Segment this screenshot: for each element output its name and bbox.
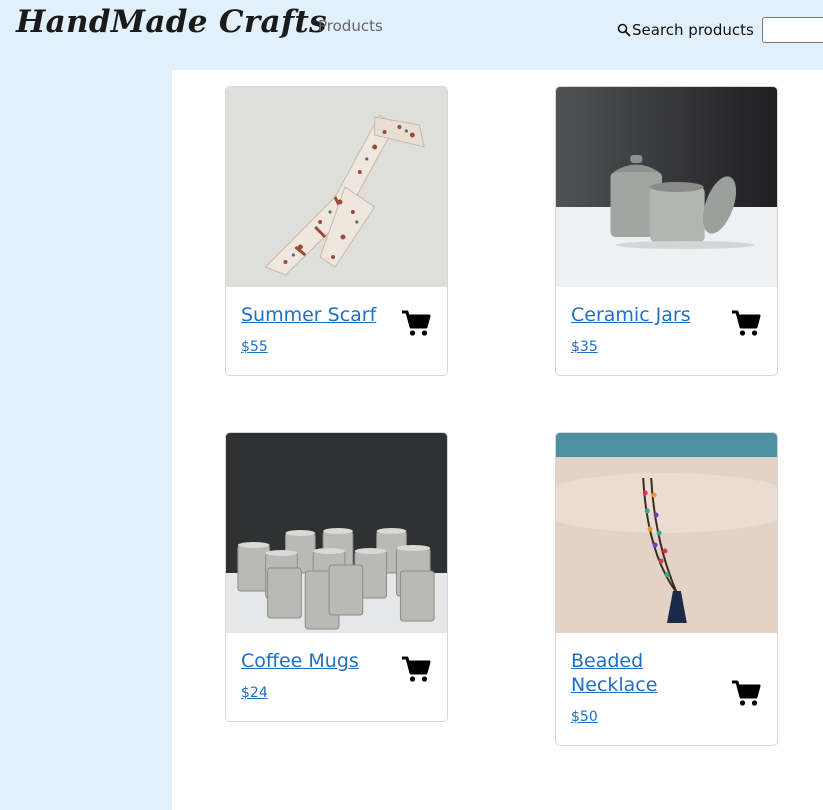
product-name[interactable]: Summer Scarf [241, 303, 391, 327]
cart-icon[interactable] [401, 655, 431, 683]
search-input[interactable] [761, 17, 823, 43]
sidebar [0, 70, 172, 810]
product-price[interactable]: $50 [571, 709, 598, 725]
product-price[interactable]: $55 [241, 339, 268, 355]
nav-link-products[interactable]: Products [318, 17, 383, 35]
product-name[interactable]: Coffee Mugs [241, 649, 391, 673]
cart-icon[interactable] [731, 309, 761, 337]
product-image-scarf[interactable] [226, 87, 447, 287]
site-logo[interactable]: HandMade Crafts [16, 4, 327, 40]
product-name[interactable]: Ceramic Jars [571, 303, 721, 327]
product-image-mugs[interactable] [226, 433, 447, 633]
product-card[interactable]: Beaded Necklace $50 [555, 432, 778, 746]
product-card[interactable]: Summer Scarf $55 [225, 86, 448, 376]
product-image-jars[interactable] [556, 87, 777, 287]
search-label: Search products [632, 21, 754, 39]
cart-icon[interactable] [731, 679, 761, 707]
product-price[interactable]: $35 [571, 339, 598, 355]
product-grid: Summer Scarf $55 Ceramic Jars $35 Coffee… [172, 70, 823, 810]
product-card[interactable]: Ceramic Jars $35 [555, 86, 778, 376]
cart-icon[interactable] [401, 309, 431, 337]
header-bar: HandMade Crafts Products Search products [0, 0, 823, 70]
product-price[interactable]: $24 [241, 685, 268, 701]
product-card[interactable]: Coffee Mugs $24 [225, 432, 448, 722]
search-area: Search products [617, 15, 823, 45]
product-image-necklace[interactable] [556, 433, 777, 633]
search-icon [617, 23, 631, 37]
product-name[interactable]: Beaded Necklace [571, 649, 671, 697]
